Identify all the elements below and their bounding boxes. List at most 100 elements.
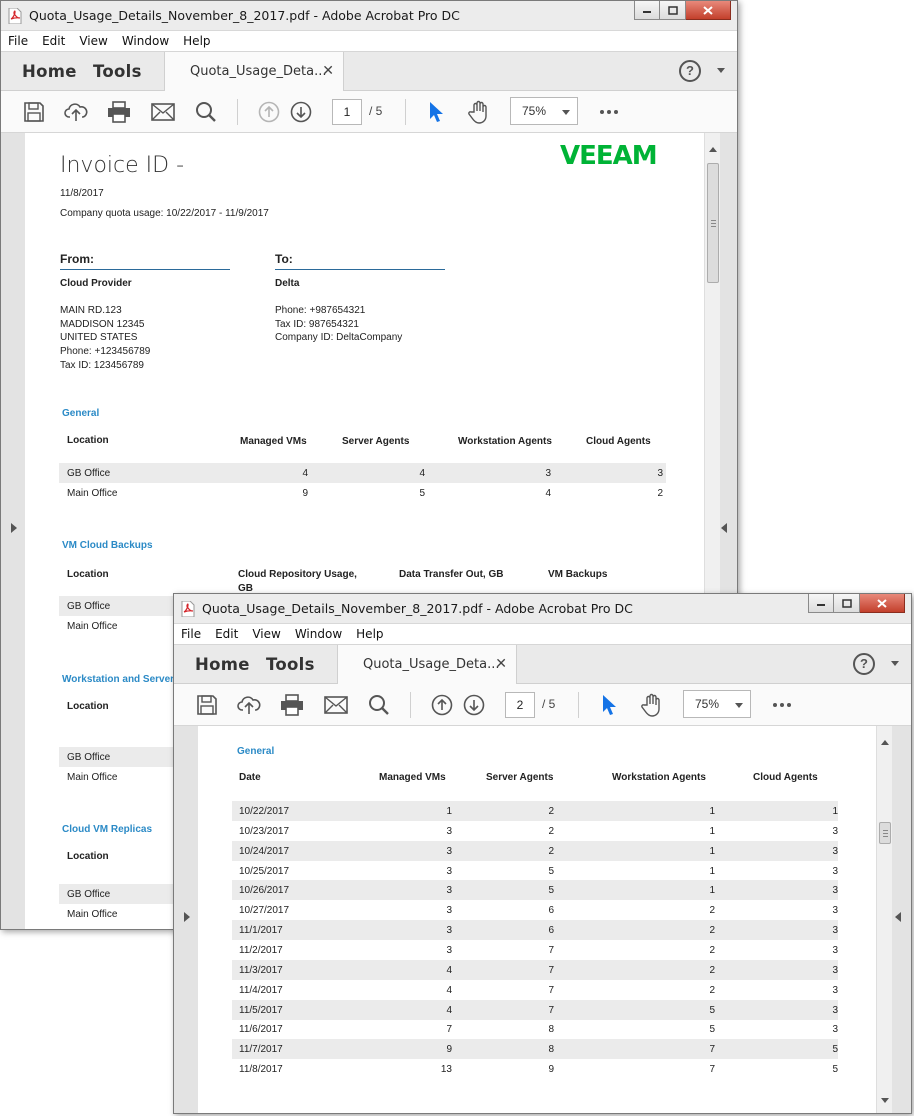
- table-cell: 1: [832, 806, 838, 817]
- table-cell: 5: [419, 488, 425, 499]
- table-header: Server Agents: [486, 772, 554, 783]
- tab-tools[interactable]: Tools: [266, 655, 315, 674]
- table-cell: 6: [548, 905, 554, 917]
- select-cursor-icon[interactable]: [424, 100, 448, 124]
- search-icon[interactable]: [367, 693, 391, 717]
- menu-help[interactable]: Help: [183, 34, 210, 48]
- scroll-up-icon[interactable]: [709, 147, 717, 152]
- help-icon[interactable]: ?: [679, 60, 701, 82]
- table-header: Server Agents: [342, 436, 410, 447]
- select-cursor-icon[interactable]: [597, 693, 621, 717]
- table-cell: 7: [548, 1004, 554, 1016]
- page-number-input[interactable]: 2: [505, 692, 535, 718]
- table-header: Managed VMs: [240, 436, 307, 447]
- table-row: [59, 463, 666, 483]
- chevron-down-icon[interactable]: [891, 661, 899, 666]
- menu-file[interactable]: File: [181, 627, 201, 641]
- menu-edit[interactable]: Edit: [42, 34, 65, 48]
- email-icon[interactable]: [151, 100, 175, 124]
- next-page-icon[interactable]: [462, 693, 486, 717]
- tab-home[interactable]: Home: [22, 62, 77, 81]
- table-cell: GB Office: [67, 889, 111, 900]
- table-header: Date: [239, 772, 261, 783]
- vertical-scrollbar[interactable]: [876, 726, 892, 1113]
- print-icon[interactable]: [280, 693, 304, 717]
- maximize-button[interactable]: [834, 594, 860, 613]
- table-header: Managed VMs: [379, 772, 446, 783]
- document-area[interactable]: General Date Managed VMs Server Agents W…: [174, 726, 911, 1113]
- title-bar[interactable]: Quota_Usage_Details_November_8_2017.pdf …: [1, 1, 737, 31]
- tab-document[interactable]: Quota_Usage_Deta... ✕: [164, 52, 344, 92]
- upload-cloud-icon[interactable]: [237, 693, 261, 717]
- table-header: Location: [67, 435, 109, 446]
- from-line: MADDISON 12345: [60, 319, 145, 330]
- help-icon[interactable]: ?: [853, 653, 875, 675]
- upload-cloud-icon[interactable]: [64, 100, 88, 124]
- menu-window[interactable]: Window: [122, 34, 169, 48]
- save-icon[interactable]: [195, 693, 219, 717]
- right-panel-toggle-icon[interactable]: [895, 912, 901, 922]
- menu-file[interactable]: File: [8, 34, 28, 48]
- title-bar[interactable]: Quota_Usage_Details_November_8_2017.pdf …: [174, 594, 911, 624]
- zoom-select[interactable]: 75%: [510, 97, 578, 125]
- zoom-select[interactable]: 75%: [683, 690, 751, 718]
- scroll-up-icon[interactable]: [881, 740, 889, 745]
- table-cell: 4: [446, 964, 452, 976]
- previous-page-icon[interactable]: [430, 693, 454, 717]
- table-cell: 2: [709, 964, 715, 976]
- scroll-down-icon[interactable]: [881, 1098, 889, 1103]
- table-cell: 2: [548, 825, 554, 837]
- acrobat-window-front[interactable]: Quota_Usage_Details_November_8_2017.pdf …: [173, 593, 912, 1114]
- hand-tool-icon[interactable]: [467, 100, 491, 124]
- next-page-icon[interactable]: [289, 100, 313, 124]
- left-panel-toggle-icon[interactable]: [11, 523, 17, 533]
- table-cell: 1: [446, 806, 452, 817]
- maximize-button[interactable]: [660, 1, 686, 20]
- menu-view[interactable]: View: [79, 34, 107, 48]
- table-cell: 3: [832, 825, 838, 837]
- more-tools-icon[interactable]: [773, 703, 791, 707]
- menu-edit[interactable]: Edit: [215, 627, 238, 641]
- minimize-button[interactable]: [634, 1, 660, 20]
- table-cell: 3: [446, 944, 452, 956]
- tab-tools[interactable]: Tools: [93, 62, 142, 81]
- close-tab-icon[interactable]: ✕: [495, 655, 507, 672]
- zoom-value: 75%: [695, 697, 720, 711]
- table-cell: 2: [709, 905, 715, 917]
- table-cell: 3: [832, 905, 838, 917]
- minimize-button[interactable]: [808, 594, 834, 613]
- right-panel-toggle-icon[interactable]: [721, 523, 727, 533]
- section-title-general: General: [62, 408, 100, 419]
- pdf-file-icon: [8, 8, 22, 24]
- close-icon: [703, 5, 713, 15]
- tab-home[interactable]: Home: [195, 655, 250, 674]
- from-heading: From:: [60, 252, 94, 266]
- close-tab-icon[interactable]: ✕: [322, 62, 334, 79]
- page-number-input[interactable]: 1: [332, 99, 362, 125]
- hand-tool-icon[interactable]: [640, 693, 664, 717]
- table-cell: 10/25/2017: [239, 865, 290, 877]
- chevron-down-icon[interactable]: [717, 68, 725, 73]
- table-cell: 3: [446, 865, 452, 877]
- to-heading: To:: [275, 252, 293, 266]
- table-cell: 9: [548, 1064, 554, 1076]
- table-cell: 3: [446, 925, 452, 937]
- print-icon[interactable]: [107, 100, 131, 124]
- table-cell: 4: [545, 488, 551, 499]
- scrollbar-thumb[interactable]: [879, 822, 891, 844]
- email-icon[interactable]: [324, 693, 348, 717]
- close-button[interactable]: [860, 594, 905, 613]
- close-button[interactable]: [686, 1, 731, 20]
- tab-document[interactable]: Quota_Usage_Deta... ✕: [337, 645, 517, 685]
- menu-view[interactable]: View: [252, 627, 280, 641]
- more-tools-icon[interactable]: [600, 110, 618, 114]
- menu-help[interactable]: Help: [356, 627, 383, 641]
- menu-bar: File Edit View Window Help: [1, 31, 737, 51]
- left-panel-toggle-icon[interactable]: [184, 912, 190, 922]
- search-icon[interactable]: [194, 100, 218, 124]
- menu-window[interactable]: Window: [295, 627, 342, 641]
- previous-page-icon[interactable]: [257, 100, 281, 124]
- save-icon[interactable]: [22, 100, 46, 124]
- scrollbar-thumb[interactable]: [707, 163, 719, 283]
- table-cell: 2: [548, 845, 554, 857]
